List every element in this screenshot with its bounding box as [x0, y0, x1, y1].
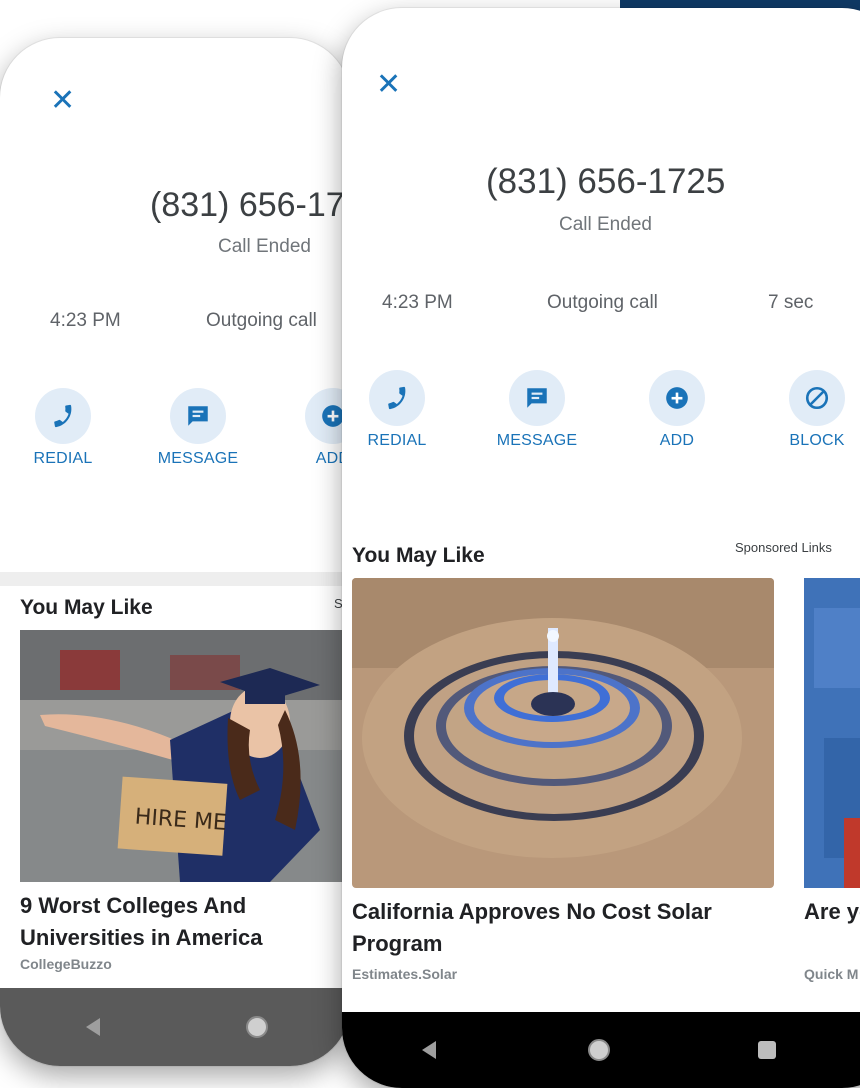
ad-card-title[interactable]: California Approves No Cost Solar Progra… — [352, 896, 772, 960]
close-icon[interactable]: ✕ — [376, 70, 401, 100]
message-label: MESSAGE — [496, 432, 578, 449]
ad-card-title-second[interactable]: Are you in California? — [804, 896, 860, 928]
ad-card-title[interactable]: 9 Worst Colleges And Universities in Ame… — [20, 890, 350, 954]
add-button[interactable]: ADD — [622, 370, 732, 450]
call-time: 4:23 PM — [382, 292, 453, 313]
redial-label: REDIAL — [367, 432, 427, 449]
back-nav-icon[interactable] — [422, 1041, 436, 1059]
redial-button[interactable]: REDIAL — [342, 370, 452, 450]
back-phone: ✕ (831) 656-17 Call Ended 4:23 PM Outgoi… — [0, 38, 350, 1066]
block-icon — [789, 370, 845, 426]
home-nav-icon[interactable] — [246, 1016, 268, 1038]
ad-card-source: Estimates.Solar — [352, 966, 458, 982]
call-status: Call Ended — [218, 236, 311, 257]
close-icon[interactable]: ✕ — [50, 86, 75, 116]
ad-card-title-text: Are you in California? — [804, 899, 860, 924]
redial-button[interactable]: REDIAL — [8, 388, 118, 468]
section-divider — [0, 572, 350, 586]
call-time: 4:23 PM — [50, 310, 121, 331]
section-title: You May Like — [352, 544, 485, 567]
back-nav-icon[interactable] — [86, 1018, 100, 1036]
recents-nav-icon[interactable] — [758, 1041, 776, 1059]
call-status: Call Ended — [559, 214, 652, 235]
call-type: Outgoing call — [547, 292, 658, 313]
ad-card-source: CollegeBuzzo — [20, 956, 112, 972]
add-button[interactable]: ADD — [278, 388, 350, 468]
ad-image-solar[interactable] — [352, 578, 774, 888]
phone-icon — [35, 388, 91, 444]
ad-card-source-second: Quick M — [804, 966, 859, 982]
phone-number: (831) 656-1725 — [486, 162, 726, 201]
navigation-bar — [0, 988, 350, 1066]
message-button[interactable]: MESSAGE — [143, 388, 253, 468]
add-label: ADD — [315, 450, 350, 467]
message-label: MESSAGE — [157, 450, 239, 467]
redial-label: REDIAL — [33, 450, 93, 467]
phone-number: (831) 656-17 — [150, 186, 345, 224]
ad-image-second[interactable] — [804, 578, 860, 888]
message-icon — [170, 388, 226, 444]
sponsored-label: Sponsored Links — [735, 540, 832, 555]
ad-image-graduate[interactable]: HIRE ME — [20, 630, 350, 882]
block-button[interactable]: BLOCK — [762, 370, 860, 450]
section-title: You May Like — [20, 596, 153, 619]
call-type: Outgoing call — [206, 310, 317, 331]
navigation-bar — [342, 1012, 860, 1088]
add-icon — [649, 370, 705, 426]
home-nav-icon[interactable] — [588, 1039, 610, 1061]
message-icon — [509, 370, 565, 426]
message-button[interactable]: MESSAGE — [482, 370, 592, 450]
front-phone: ✕ (831) 656-1725 Call Ended 4:23 PM Outg… — [342, 8, 860, 1088]
add-label: ADD — [659, 432, 695, 449]
block-label: BLOCK — [789, 432, 845, 449]
call-duration: 7 sec — [768, 292, 814, 313]
phone-icon — [369, 370, 425, 426]
